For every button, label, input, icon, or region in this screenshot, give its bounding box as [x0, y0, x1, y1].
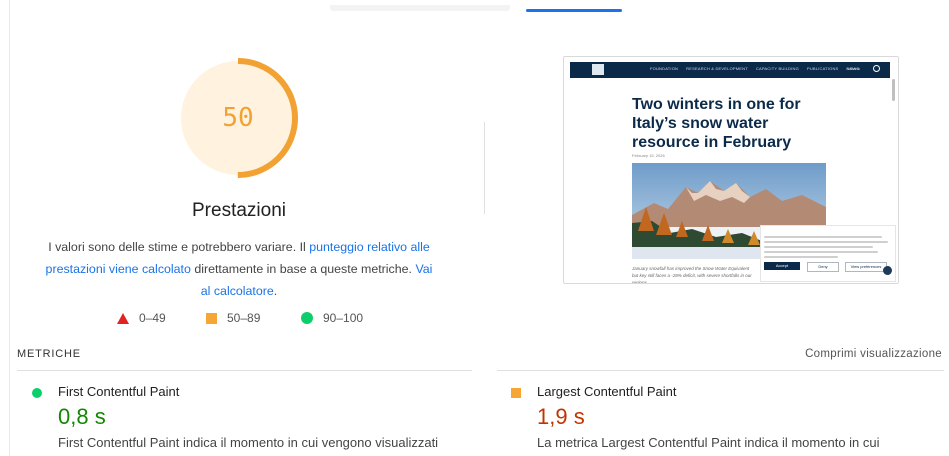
nav-item: RESEARCH & DEVELOPMENT: [686, 66, 748, 71]
performance-score: 50: [222, 103, 254, 133]
legend-average: 50–89: [206, 311, 260, 325]
article-headline: Two winters in one for Italy’s snow wate…: [632, 96, 801, 151]
metric-value: 0,8 s: [58, 404, 106, 429]
nav-item: CAPACITY BUILDING: [755, 66, 799, 71]
description-text-1: I valori sono delle stime e potrebbero v…: [48, 240, 310, 254]
chat-icon: [883, 266, 892, 275]
cookie-banner: Accept Deny View preferences: [760, 225, 896, 282]
legend-pass: 90–100: [301, 311, 363, 325]
scrollbar-thumb: [892, 79, 895, 101]
pass-circle-icon: [32, 388, 42, 398]
left-divider: [9, 0, 10, 456]
description-text-3: .: [273, 284, 278, 298]
score-legend: 0–49 50–89 90–100: [0, 311, 478, 327]
legend-average-label: 50–89: [227, 311, 261, 325]
legend-fail: 0–49: [117, 311, 166, 325]
tab-desktop-active-indicator[interactable]: [526, 9, 622, 12]
cookie-preferences-button: View preferences: [845, 262, 887, 272]
metrics-divider-left: [17, 370, 472, 371]
photo-caption: January snowfall has improved the Snow W…: [632, 266, 752, 284]
performance-title: Prestazioni: [192, 200, 286, 221]
legend-fail-label: 0–49: [139, 311, 166, 325]
screenshot-navbar: FOUNDATION RESEARCH & DEVELOPMENT CAPACI…: [570, 62, 890, 78]
nav-language: Italiano: [847, 66, 860, 71]
nav-item: PUBLICATIONS: [806, 66, 839, 71]
triangle-icon: [117, 312, 129, 324]
average-square-icon: [511, 388, 521, 398]
circle-icon: [301, 312, 313, 324]
metrics-divider-right: [497, 370, 944, 371]
nav-item: FOUNDATION: [650, 66, 679, 71]
metric-name: Largest Contentful Paint: [537, 384, 677, 399]
cookie-deny-button: Deny: [807, 262, 839, 272]
collapse-view-button[interactable]: Comprimi visualizzazione: [805, 348, 942, 360]
site-logo: [592, 64, 604, 75]
metric-name: First Contentful Paint: [58, 384, 180, 399]
performance-description: I valori sono delle stime e potrebbero v…: [44, 236, 434, 302]
search-icon: [873, 65, 880, 72]
article-date: February 15, 2026: [632, 153, 665, 158]
legend-pass-label: 90–100: [323, 311, 364, 325]
cookie-accept-button: Accept: [764, 262, 800, 270]
tab-mobile[interactable]: [330, 5, 510, 11]
performance-gauge: 50: [177, 57, 299, 179]
metric-description: La metrica Largest Contentful Paint indi…: [537, 435, 880, 450]
metric-description: First Contentful Paint indica il momento…: [58, 435, 439, 450]
screenshot-nav-links: FOUNDATION RESEARCH & DEVELOPMENT CAPACI…: [650, 66, 859, 71]
section-divider: [484, 122, 485, 214]
description-text-2: direttamente in base a queste metriche.: [190, 262, 416, 276]
page-screenshot[interactable]: FOUNDATION RESEARCH & DEVELOPMENT CAPACI…: [563, 56, 899, 284]
metric-value: 1,9 s: [537, 404, 585, 429]
square-icon: [206, 312, 217, 324]
metrics-header: METRICHE: [17, 348, 81, 360]
cookie-text: [764, 236, 888, 261]
